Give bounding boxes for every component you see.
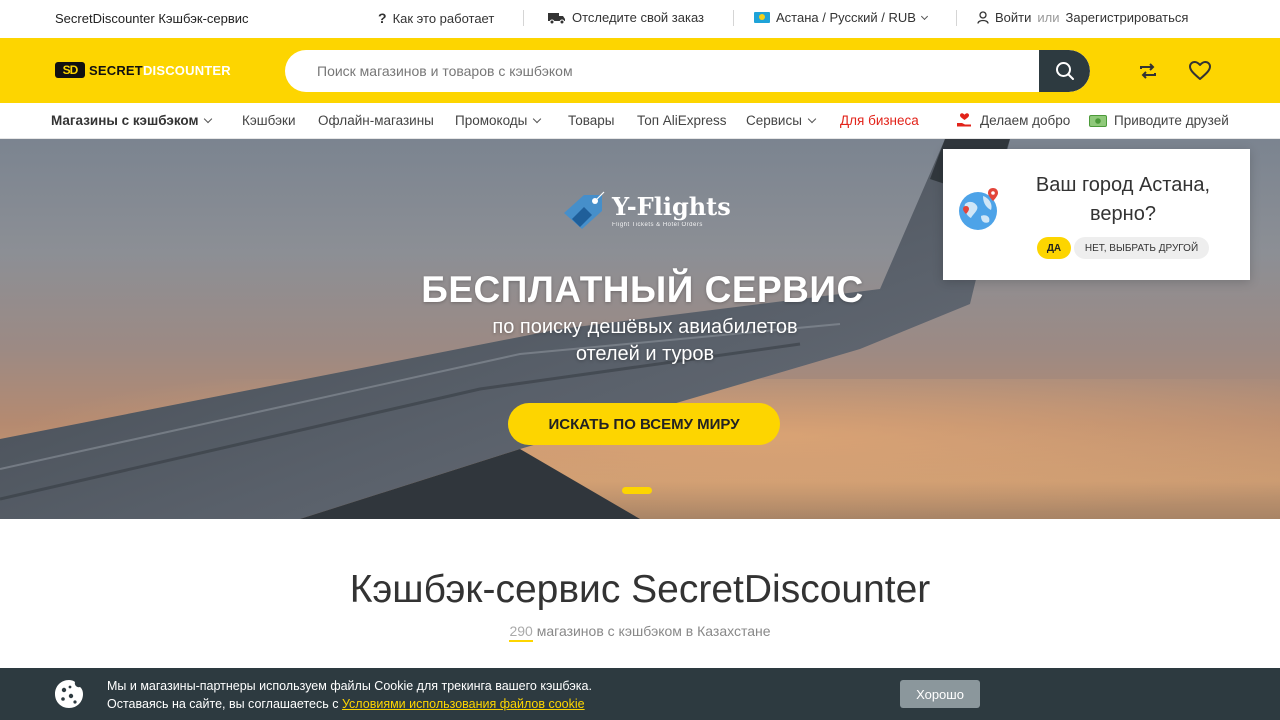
divider	[956, 10, 957, 26]
cookie-text-line1: Мы и магазины-партнеры используем файлы …	[107, 679, 592, 693]
y-flights-tagline: Flight Tickets & Hotel Orders	[612, 221, 703, 228]
question-icon: ?	[378, 10, 387, 26]
search-bar	[285, 50, 1090, 92]
or-label: или	[1037, 10, 1060, 25]
nav-cashbacks[interactable]: Кэшбэки	[242, 113, 296, 128]
search-icon	[1055, 62, 1074, 80]
logo-text: SECRETDISCOUNTER	[89, 63, 231, 78]
nav-products[interactable]: Товары	[568, 113, 614, 128]
cookie-terms-link[interactable]: Условиями использования файлов cookie	[342, 697, 585, 711]
nav-services[interactable]: Сервисы	[746, 113, 817, 128]
auth-links: Войти или Зарегистрироваться	[977, 10, 1188, 25]
nav-label: Делаем добро	[980, 113, 1071, 128]
favorites-button[interactable]	[1189, 60, 1211, 82]
store-count: 290	[509, 623, 533, 642]
nav-label: Сервисы	[746, 113, 802, 128]
nav-label: Промокоды	[455, 113, 528, 128]
login-link[interactable]: Войти	[995, 10, 1031, 25]
nav-label: Кэшбэки	[242, 113, 296, 128]
nav-top-aliexpress[interactable]: Топ AliExpress	[637, 113, 727, 128]
city-question-line2: верно?	[1090, 203, 1156, 225]
nav-label: Магазины с кэшбэком	[51, 113, 199, 128]
divider	[733, 10, 734, 26]
city-confirmation-popup: Ваш город Астана, верно? ДА НЕТ, ВЫБРАТЬ…	[943, 149, 1250, 280]
nav-label: Топ AliExpress	[637, 113, 727, 128]
accept-cookies-button[interactable]: Хорошо	[900, 680, 980, 708]
logo-text-dark: SECRET	[89, 62, 143, 78]
nav-charity[interactable]: Делаем добро	[956, 113, 1070, 128]
track-order-link[interactable]: Отследите свой заказ	[548, 10, 704, 25]
kazakhstan-flag-icon	[754, 12, 770, 23]
y-flights-logo: Y-Flights Flight Tickets & Hotel Orders	[562, 191, 731, 231]
choose-other-city-button[interactable]: НЕТ, ВЫБРАТЬ ДРУГОЙ	[1074, 237, 1209, 259]
main-navigation: Магазины с кэшбэком Кэшбэки Офлайн-магаз…	[0, 103, 1280, 139]
nav-offline-stores[interactable]: Офлайн-магазины	[318, 113, 434, 128]
price-tag-icon	[564, 191, 605, 229]
main-header: SD SECRETDISCOUNTER	[0, 38, 1280, 103]
heart-icon	[1189, 61, 1211, 80]
how-it-works-link[interactable]: ? Как это работает	[378, 10, 494, 26]
hero-subtitle-line2: отелей и туров	[575, 343, 715, 365]
nav-invite-friends[interactable]: Приводите друзей	[1089, 113, 1229, 128]
nav-label: Для бизнеса	[840, 113, 919, 128]
confirm-city-button[interactable]: ДА	[1037, 237, 1071, 259]
cookie-text: Мы и магазины-партнеры используем файлы …	[107, 677, 592, 713]
register-link[interactable]: Зарегистрироваться	[1066, 10, 1189, 25]
globe-location-icon	[959, 188, 998, 230]
cookie-banner: Мы и магазины-партнеры используем файлы …	[0, 668, 1280, 720]
page-title: Кэшбэк-сервис SecretDiscounter	[349, 568, 931, 611]
locale-selector[interactable]: Астана / Русский / RUB	[754, 10, 929, 25]
how-it-works-label: Как это работает	[392, 10, 495, 26]
city-question: Ваш город Астана, верно?	[1017, 171, 1229, 229]
locale-label: Астана / Русский / RUB	[776, 10, 916, 25]
nav-label: Товары	[568, 113, 615, 128]
nav-label: Офлайн-магазины	[318, 113, 434, 128]
track-order-label: Отследите свой заказ	[572, 10, 705, 25]
divider	[523, 10, 524, 26]
cookie-text-line2: Оставаясь на сайте, вы соглашаетесь с Ус…	[107, 695, 592, 713]
site-tagline-link[interactable]: SecretDiscounter Кэшбэк-сервис	[55, 11, 249, 26]
compare-button[interactable]	[1137, 60, 1159, 82]
nav-for-business[interactable]: Для бизнеса	[840, 113, 919, 128]
city-question-line1: Ваш город Астана,	[1035, 174, 1211, 196]
site-logo[interactable]: SD SECRETDISCOUNTER	[55, 62, 231, 78]
y-flights-text: Y-Flights Flight Tickets & Hotel Orders	[612, 191, 731, 228]
nav-stores-with-cashback[interactable]: Магазины с кэшбэком	[51, 113, 213, 128]
chevron-down-icon	[920, 12, 929, 20]
nav-promocodes[interactable]: Промокоды	[455, 113, 542, 128]
store-count-text: магазинов с кэшбэком в Казахстане	[532, 623, 771, 639]
charity-hand-icon	[957, 113, 971, 127]
user-icon	[977, 11, 989, 24]
search-worldwide-button[interactable]: ИСКАТЬ ПО ВСЕМУ МИРУ	[508, 403, 780, 445]
cookie-text-prefix: Оставаясь на сайте, вы соглашаетесь с	[107, 697, 342, 711]
truck-icon	[548, 12, 565, 24]
search-input[interactable]	[285, 50, 1040, 92]
top-utility-bar: SecretDiscounter Кэшбэк-сервис ? Как это…	[0, 0, 1280, 38]
carousel-dot-active[interactable]	[622, 487, 652, 494]
chevron-down-icon	[807, 114, 817, 124]
logo-text-light: DISCOUNTER	[142, 62, 231, 78]
nav-label: Приводите друзей	[1114, 113, 1229, 128]
money-icon	[1089, 114, 1107, 127]
store-count-subtitle: 290 магазинов с кэшбэком в Казахстане	[0, 623, 1280, 642]
cookie-icon	[55, 680, 83, 708]
logo-mark: SD	[55, 62, 85, 78]
y-flights-name: Y-Flights	[612, 191, 731, 221]
chevron-down-icon	[533, 114, 542, 124]
search-button[interactable]	[1039, 50, 1090, 92]
compare-icon	[1140, 63, 1156, 79]
chevron-down-icon	[204, 114, 213, 124]
hero-subtitle-line1: по поиску дешёвых авиабилетов	[492, 316, 798, 338]
